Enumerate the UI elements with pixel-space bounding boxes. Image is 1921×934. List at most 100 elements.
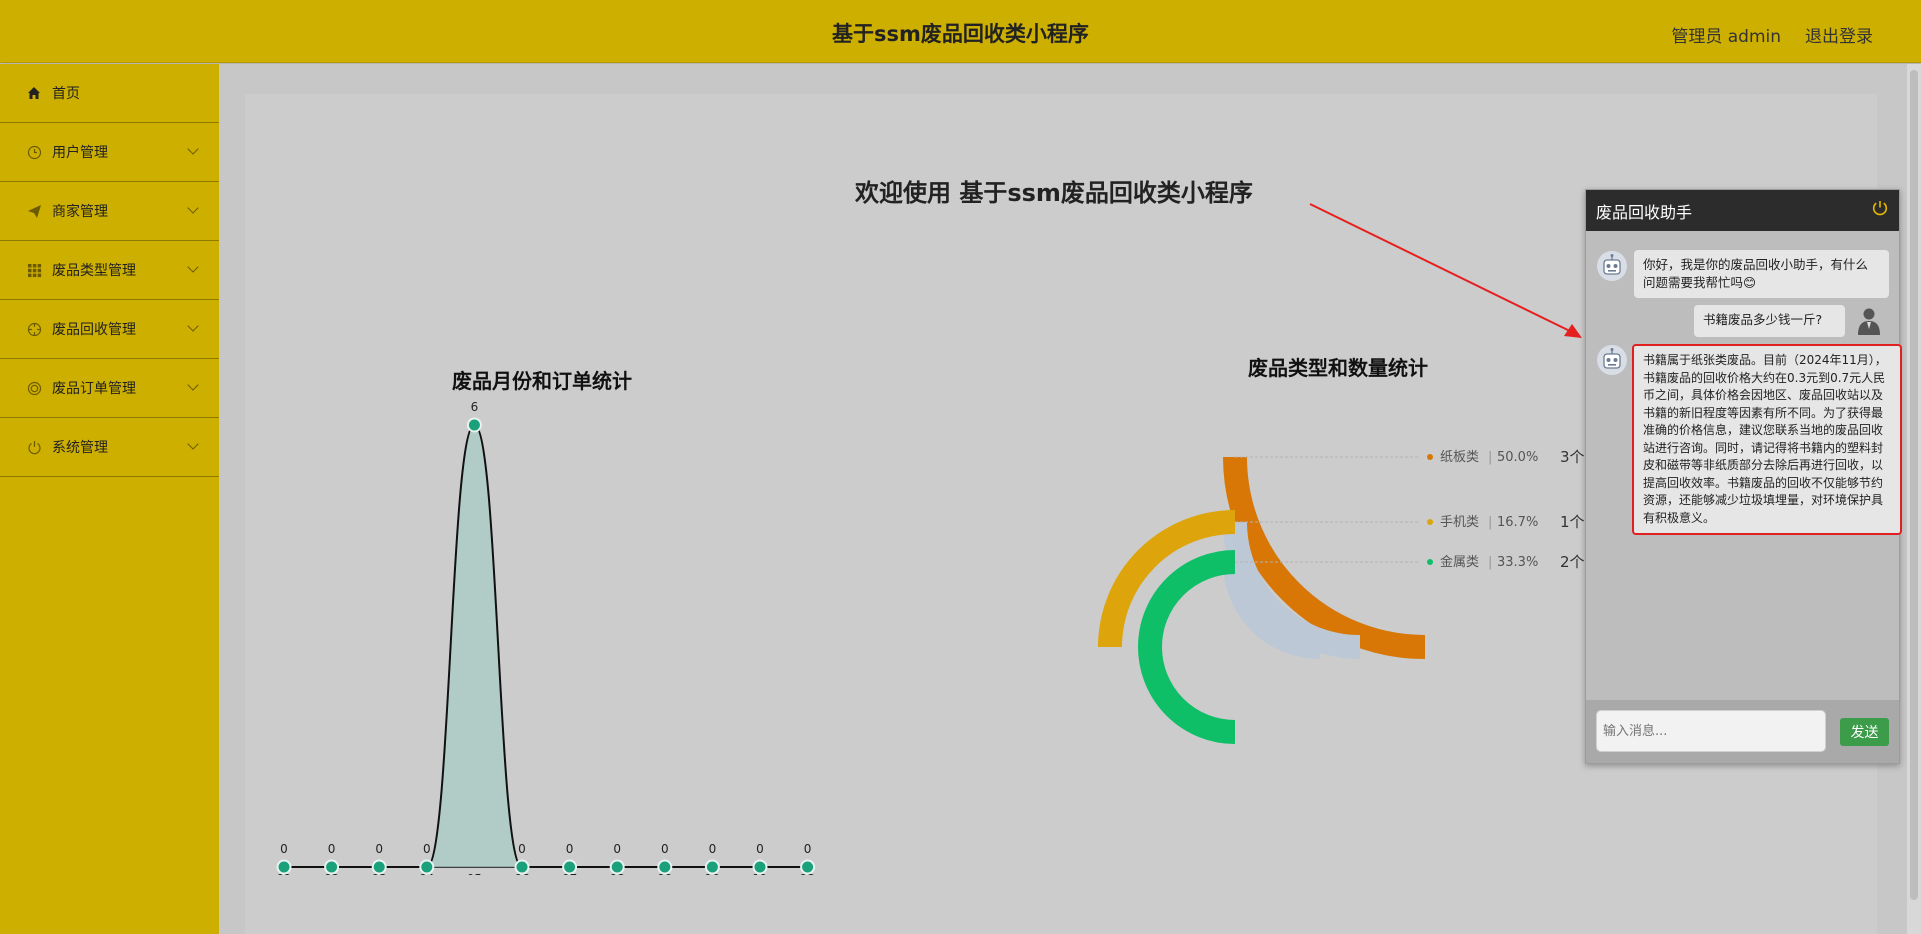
chevron-down-icon [187, 438, 199, 450]
category-label: 纸板类 [1440, 450, 1479, 465]
chart-title-monthly: 废品月份和订单统计 [452, 369, 632, 393]
x-tick-label: 12 [800, 872, 815, 875]
x-tick-label: 01 [276, 872, 291, 875]
sidebar-item-waste-orders[interactable]: 废品订单管理 [0, 359, 219, 418]
scrollbar-thumb[interactable] [1910, 70, 1918, 900]
separator: | [1488, 555, 1492, 570]
data-label: 0 [328, 842, 336, 856]
data-label: 0 [804, 842, 812, 856]
home-icon [26, 85, 42, 101]
legend-dot [1427, 519, 1433, 525]
chevron-down-icon [187, 202, 199, 214]
admin-user-label: 管理员 admin [1671, 27, 1781, 47]
sidebar-item-label: 首页 [52, 86, 80, 102]
welcome-heading: 欢迎使用 基于ssm废品回收类小程序 [855, 179, 1253, 207]
x-tick-label: 04 [419, 872, 434, 875]
sidebar-item-label: 废品回收管理 [52, 322, 136, 338]
send-button[interactable]: 发送 [1840, 718, 1889, 746]
robot-avatar-icon [1597, 345, 1627, 375]
count-label: 2个 [1560, 553, 1585, 571]
send-icon [26, 203, 42, 219]
logout-link[interactable]: 退出登录 [1805, 22, 1873, 47]
data-label: 0 [280, 842, 288, 856]
sidebar-item-users[interactable]: 用户管理 [0, 123, 219, 182]
x-tick-label: 02 [324, 872, 339, 875]
percent-label: 33.3% [1497, 555, 1538, 570]
chat-bubble: 你好，我是你的废品回收小助手，有什么问题需要我帮忙吗😊 [1634, 250, 1889, 298]
sidebar-item-home[interactable]: 首页 [0, 64, 219, 123]
x-tick-label: 11 [752, 872, 767, 875]
count-label: 1个 [1560, 513, 1585, 531]
sidebar-item-label: 用户管理 [52, 145, 108, 161]
grid-icon [26, 262, 42, 278]
data-label: 0 [566, 842, 574, 856]
x-tick-label: 08 [610, 872, 625, 875]
top-header: 基于ssm废品回收类小程序 管理员 admin 退出登录 [0, 0, 1921, 63]
legend-dot [1427, 559, 1433, 565]
sidebar-item-merchants[interactable]: 商家管理 [0, 182, 219, 241]
separator: | [1488, 450, 1492, 465]
chevron-down-icon [187, 320, 199, 332]
data-label: 0 [518, 842, 526, 856]
sidebar-item-waste-recycle[interactable]: 废品回收管理 [0, 300, 219, 359]
data-label: 6 [471, 400, 479, 414]
power-icon[interactable] [1871, 199, 1889, 217]
sidebar-item-system[interactable]: 系统管理 [0, 418, 219, 477]
chart-title-types: 废品类型和数量统计 [1248, 356, 1428, 380]
app-title: 基于ssm废品回收类小程序 [832, 22, 1089, 46]
crosshair-icon [26, 321, 42, 337]
target-icon [26, 380, 42, 396]
data-label: 0 [375, 842, 383, 856]
ring-group [1098, 456, 1426, 744]
data-label: 0 [756, 842, 764, 856]
chat-assistant-panel: 废品回收助手 你好，我是你的废品回收小助手，有什么问题需要我帮忙吗😊 书籍废品多… [1585, 189, 1902, 764]
percent-label: 50.0% [1497, 450, 1538, 465]
annotation-arrow [1309, 203, 1582, 338]
x-tick-label: 09 [657, 872, 672, 875]
sidebar-item-label: 废品类型管理 [52, 263, 136, 279]
chat-message-bot: 你好，我是你的废品回收小助手，有什么问题需要我帮忙吗😊 [1596, 250, 1889, 298]
ring-segment [1138, 550, 1236, 744]
sidebar-item-waste-types[interactable]: 废品类型管理 [0, 241, 219, 300]
x-tick-label: 07 [562, 872, 577, 875]
data-label: 0 [661, 842, 669, 856]
count-label: 3个 [1560, 448, 1585, 466]
x-tick-label: 06 [514, 872, 529, 875]
category-label: 金属类 [1440, 554, 1479, 570]
chat-header: 废品回收助手 [1586, 190, 1899, 231]
x-tick-label: 05 [467, 872, 482, 875]
data-point [466, 417, 482, 433]
sidebar-item-label: 商家管理 [52, 204, 108, 220]
series-line [284, 423, 808, 868]
vertical-scrollbar[interactable] [1907, 64, 1921, 934]
chat-message-user: 书籍废品多少钱一斤? [1694, 305, 1885, 337]
chat-input-bar: 发送 [1586, 700, 1899, 763]
chat-message-input[interactable] [1596, 710, 1826, 752]
data-label: 0 [709, 842, 717, 856]
chevron-down-icon [187, 261, 199, 273]
legend-dot [1427, 454, 1433, 460]
user-avatar-icon [1858, 308, 1880, 335]
chat-bubble-highlighted: 书籍属于纸张类废品。目前（2024年11月），书籍废品的回收价格大约在0.3元到… [1632, 344, 1902, 535]
chat-message-bot: 书籍属于纸张类废品。目前（2024年11月），书籍废品的回收价格大约在0.3元到… [1596, 344, 1902, 535]
sidebar: 首页 用户管理 商家管理 废品类型管理 废品回收管理 废品订单管理 系统管理 [0, 64, 219, 934]
data-label: 0 [613, 842, 621, 856]
sidebar-item-label: 系统管理 [52, 440, 108, 456]
power-icon [26, 439, 42, 455]
chevron-down-icon [187, 143, 199, 155]
category-label: 手机类 [1440, 515, 1479, 530]
chevron-down-icon [187, 379, 199, 391]
data-label: 0 [423, 842, 431, 856]
chat-title: 废品回收助手 [1596, 202, 1693, 222]
robot-avatar-icon [1597, 251, 1627, 281]
percent-label: 16.7% [1497, 515, 1538, 530]
x-tick-label: 10 [705, 872, 720, 875]
separator: | [1488, 515, 1492, 530]
clock-icon [26, 144, 42, 160]
sidebar-item-label: 废品订单管理 [52, 381, 136, 397]
monthly-orders-chart: 001002003004605006007008009010011012 [276, 400, 815, 875]
area-fill [284, 425, 808, 867]
waste-type-chart: 纸板类 | 50.0% 3个手机类 | 16.7% 1个金属类 | 33.3% 2个 [1098, 448, 1585, 744]
chat-bubble: 书籍废品多少钱一斤? [1694, 305, 1845, 337]
x-tick-label: 03 [372, 872, 387, 875]
